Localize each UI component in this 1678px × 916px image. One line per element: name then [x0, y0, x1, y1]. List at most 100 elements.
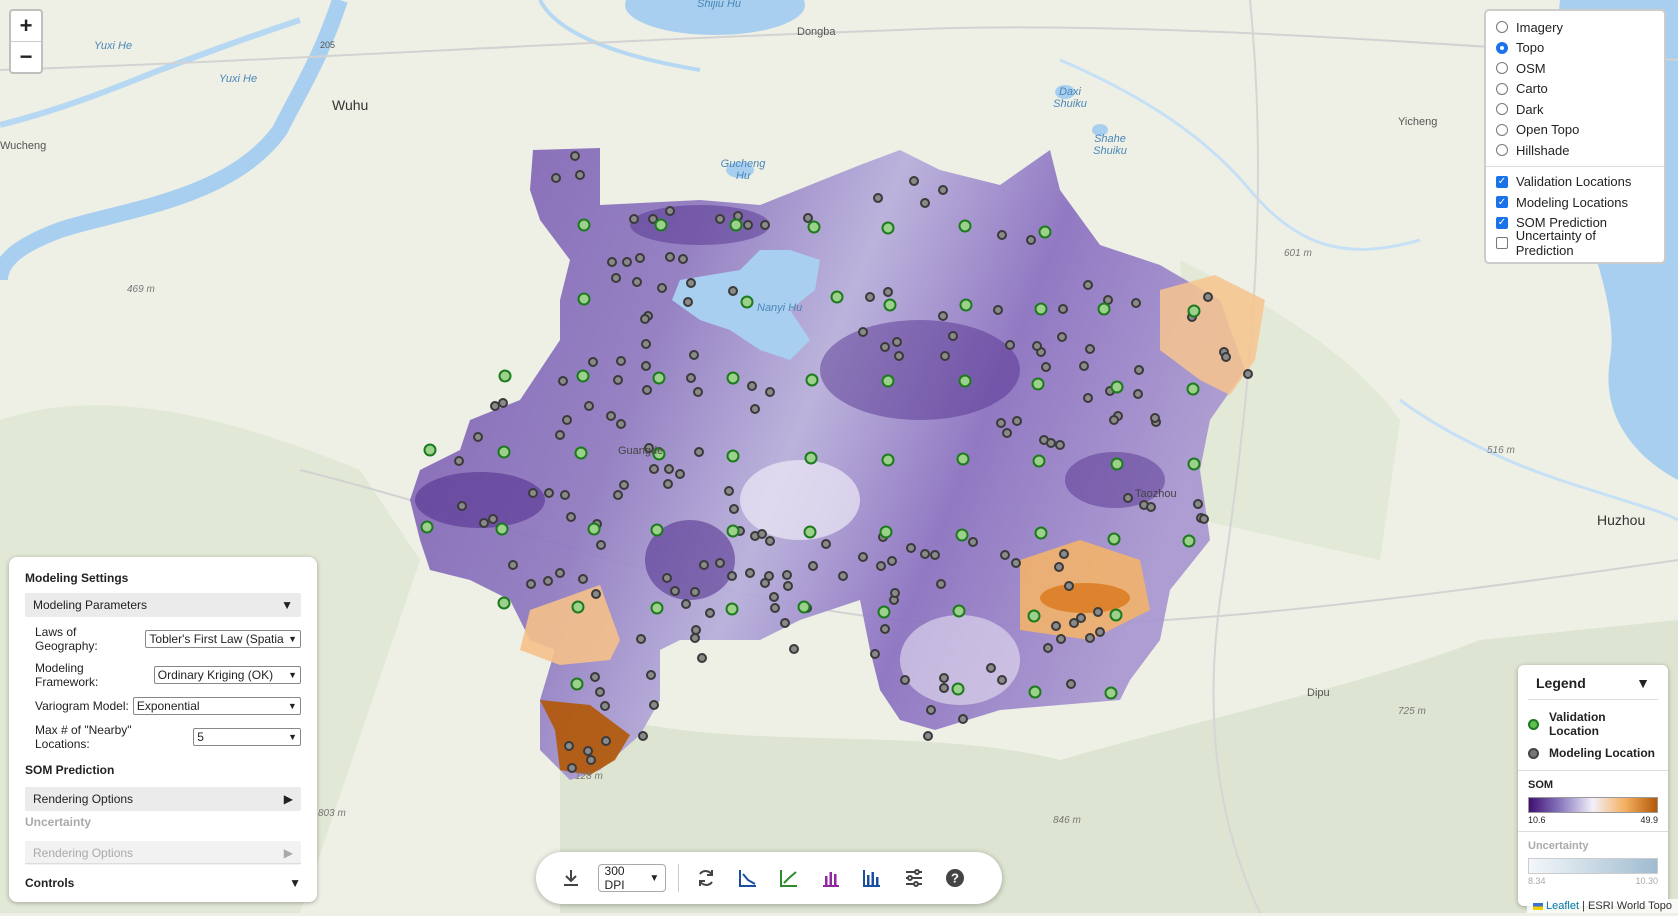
- modeling-location-marker: [1109, 415, 1119, 425]
- radio-button[interactable]: [1496, 82, 1508, 95]
- validation-location-marker: [1187, 304, 1201, 318]
- modeling-location-marker: [1083, 393, 1093, 403]
- modeling-location-marker: [606, 411, 616, 421]
- download-icon[interactable]: [556, 862, 586, 894]
- dpi-select[interactable]: 300 DPI ▼: [597, 864, 667, 892]
- modeling-location-marker: [1054, 562, 1064, 572]
- modeling-location-marker: [558, 376, 568, 386]
- scatter-chart-icon[interactable]: [733, 862, 763, 894]
- laws-of-geography-row: Laws of Geography: Tobler's First Law (S…: [25, 625, 301, 653]
- modeling-location-marker: [1221, 352, 1231, 362]
- ukraine-flag-icon: [1533, 902, 1544, 910]
- modeling-location-marker: [686, 278, 696, 288]
- basemap-option-osm[interactable]: OSM: [1496, 58, 1654, 79]
- validation-location-marker: [1187, 457, 1201, 471]
- radio-button[interactable]: [1496, 62, 1508, 75]
- checkbox[interactable]: ✓: [1496, 175, 1508, 188]
- modeling-location-marker: [1134, 365, 1144, 375]
- som-rendering-options-toggle[interactable]: Rendering Options ▶: [25, 787, 301, 811]
- basemap-option-topo[interactable]: Topo: [1496, 38, 1654, 59]
- modeling-parameters-toggle[interactable]: Modeling Parameters ▼: [25, 593, 301, 617]
- validation-location-marker: [495, 522, 509, 536]
- max-nearby-select[interactable]: 5 ▼: [193, 728, 301, 746]
- validation-location-marker: [881, 221, 895, 235]
- map-label: 725 m: [1398, 706, 1426, 717]
- basemap-option-imagery[interactable]: Imagery: [1496, 17, 1654, 38]
- validation-location-marker: [423, 443, 437, 457]
- modeling-location-marker: [697, 653, 707, 663]
- bar-chart-purple-icon[interactable]: [816, 862, 846, 894]
- checkbox[interactable]: ✓: [1496, 216, 1508, 229]
- radio-button[interactable]: [1496, 41, 1508, 54]
- legend-item-label: Modeling Location: [1549, 746, 1655, 760]
- modeling-location-marker: [1032, 341, 1042, 351]
- basemap-option-dark[interactable]: Dark: [1496, 99, 1654, 120]
- overlay-uncertainty[interactable]: Uncertainty of Prediction: [1496, 228, 1654, 258]
- zoom-out-button[interactable]: −: [11, 41, 41, 72]
- map-label: 469 m: [127, 284, 155, 295]
- modeling-location-marker: [782, 570, 792, 580]
- modeling-location-marker: [1069, 618, 1079, 628]
- map-label: Shahe Shuiku: [1093, 133, 1127, 157]
- svg-text:?: ?: [951, 871, 959, 886]
- bar-chart-blue-icon[interactable]: [857, 862, 887, 894]
- variogram-model-select[interactable]: Exponential ▼: [132, 697, 301, 715]
- modeling-location-marker: [939, 683, 949, 693]
- modeling-location-marker: [690, 587, 700, 597]
- map-label: Wuhu: [332, 97, 369, 113]
- overlay-validation-locations[interactable]: ✓ Validation Locations: [1496, 172, 1654, 193]
- trend-chart-icon[interactable]: [774, 862, 804, 894]
- modeling-location-marker: [858, 327, 868, 337]
- modeling-location-marker: [564, 741, 574, 751]
- modeling-location-marker: [1055, 440, 1065, 450]
- map-label: Yuxi He: [219, 73, 258, 85]
- refresh-icon[interactable]: [691, 862, 721, 894]
- overlay-label: Validation Locations: [1516, 174, 1632, 190]
- radio-button[interactable]: [1496, 21, 1508, 34]
- validation-location-marker: [570, 677, 584, 691]
- modeling-location-marker: [632, 277, 642, 287]
- validation-location-marker: [1028, 685, 1042, 699]
- uncertainty-rendering-options-toggle[interactable]: Rendering Options ▶: [25, 841, 301, 865]
- modeling-location-marker: [1051, 621, 1061, 631]
- radio-button[interactable]: [1496, 103, 1508, 116]
- validation-location-marker: [804, 451, 818, 465]
- modeling-location-marker: [1093, 607, 1103, 617]
- help-icon[interactable]: ?: [940, 862, 970, 894]
- validation-location-marker: [1104, 686, 1118, 700]
- modeling-location-marker: [1243, 369, 1253, 379]
- modeling-location-marker: [555, 430, 565, 440]
- basemap-option-hillshade[interactable]: Hillshade: [1496, 140, 1654, 161]
- radio-button[interactable]: [1496, 123, 1508, 136]
- modeling-location-marker: [555, 568, 565, 578]
- validation-location-marker: [1186, 382, 1200, 396]
- basemap-option-carto[interactable]: Carto: [1496, 79, 1654, 100]
- leaflet-link[interactable]: Leaflet: [1546, 900, 1579, 912]
- checkbox[interactable]: ✓: [1496, 196, 1508, 209]
- validation-location-marker: [650, 601, 664, 615]
- modeling-location-marker: [968, 537, 978, 547]
- legend-title: Legend: [1536, 675, 1586, 691]
- modeling-location-marker: [750, 404, 760, 414]
- controls-toggle[interactable]: Controls ▼: [25, 863, 301, 890]
- sliders-icon[interactable]: [899, 862, 929, 894]
- legend-header[interactable]: Legend ▼: [1528, 675, 1658, 700]
- modeling-location-marker: [938, 311, 948, 321]
- laws-of-geography-select[interactable]: Tobler's First Law (Spatia ▼: [145, 630, 301, 648]
- modeling-location-marker: [1066, 679, 1076, 689]
- modeling-location-marker: [783, 581, 793, 591]
- zoom-in-button[interactable]: +: [11, 11, 41, 41]
- map-label: 128 m: [575, 771, 603, 782]
- validation-location-marker: [576, 369, 590, 383]
- modeling-location-marker: [681, 599, 691, 609]
- overlay-modeling-locations[interactable]: ✓ Modeling Locations: [1496, 192, 1654, 213]
- modeling-location-marker: [865, 292, 875, 302]
- checkbox[interactable]: [1496, 237, 1508, 250]
- modeling-location-marker: [939, 673, 949, 683]
- modeling-framework-select[interactable]: Ordinary Kriging (OK) ▼: [153, 666, 301, 684]
- modeling-location-marker: [691, 625, 701, 635]
- basemap-option-open-topo[interactable]: Open Topo: [1496, 120, 1654, 141]
- validation-location-marker: [725, 602, 739, 616]
- radio-button[interactable]: [1496, 144, 1508, 157]
- validation-location-marker: [803, 525, 817, 539]
